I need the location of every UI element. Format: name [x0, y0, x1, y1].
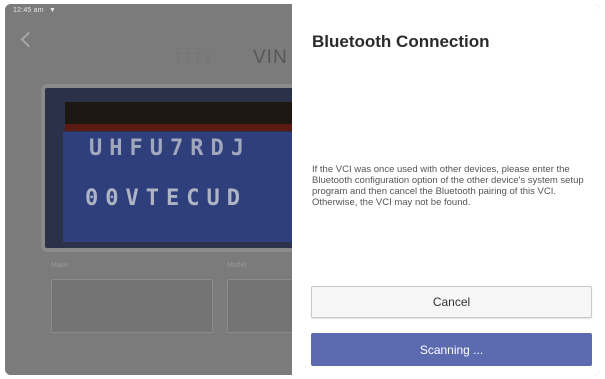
model-field[interactable] — [227, 279, 299, 333]
camera-band — [65, 102, 300, 124]
page-title: VIN — [253, 47, 288, 68]
field-label-make: Make — [51, 262, 69, 269]
scanning-button[interactable]: Scanning ... — [311, 333, 592, 366]
camera-band-red — [65, 124, 300, 131]
status-time: 12:45 am — [13, 7, 44, 14]
dialog-message: If the VCI was once used with other devi… — [312, 164, 584, 208]
make-field[interactable] — [51, 279, 213, 333]
back-chevron-icon[interactable] — [20, 31, 37, 48]
bluetooth-dialog: Bluetooth Connection If the VCI was once… — [292, 4, 600, 375]
status-bar: 12:45 am ▼ — [13, 7, 56, 14]
background-vin-screen: 12:45 am ▼ ⋮⋮⋮⋮ VIN UHFU7RDJ 00VTECUD Ma… — [5, 4, 300, 375]
plate-text-row1: UHFU7RDJ — [89, 136, 251, 161]
device-screen: 12:45 am ▼ ⋮⋮⋮⋮ VIN UHFU7RDJ 00VTECUD Ma… — [5, 4, 600, 375]
logo-icon: ⋮⋮⋮⋮ — [173, 52, 213, 63]
wifi-icon: ▼ — [48, 7, 57, 14]
field-label-model: Model — [227, 262, 247, 269]
dialog-title: Bluetooth Connection — [312, 32, 490, 51]
camera-preview: UHFU7RDJ 00VTECUD — [41, 84, 300, 252]
plate-text-row2: 00VTECUD — [85, 186, 247, 211]
cancel-button[interactable]: Cancel — [311, 286, 592, 318]
